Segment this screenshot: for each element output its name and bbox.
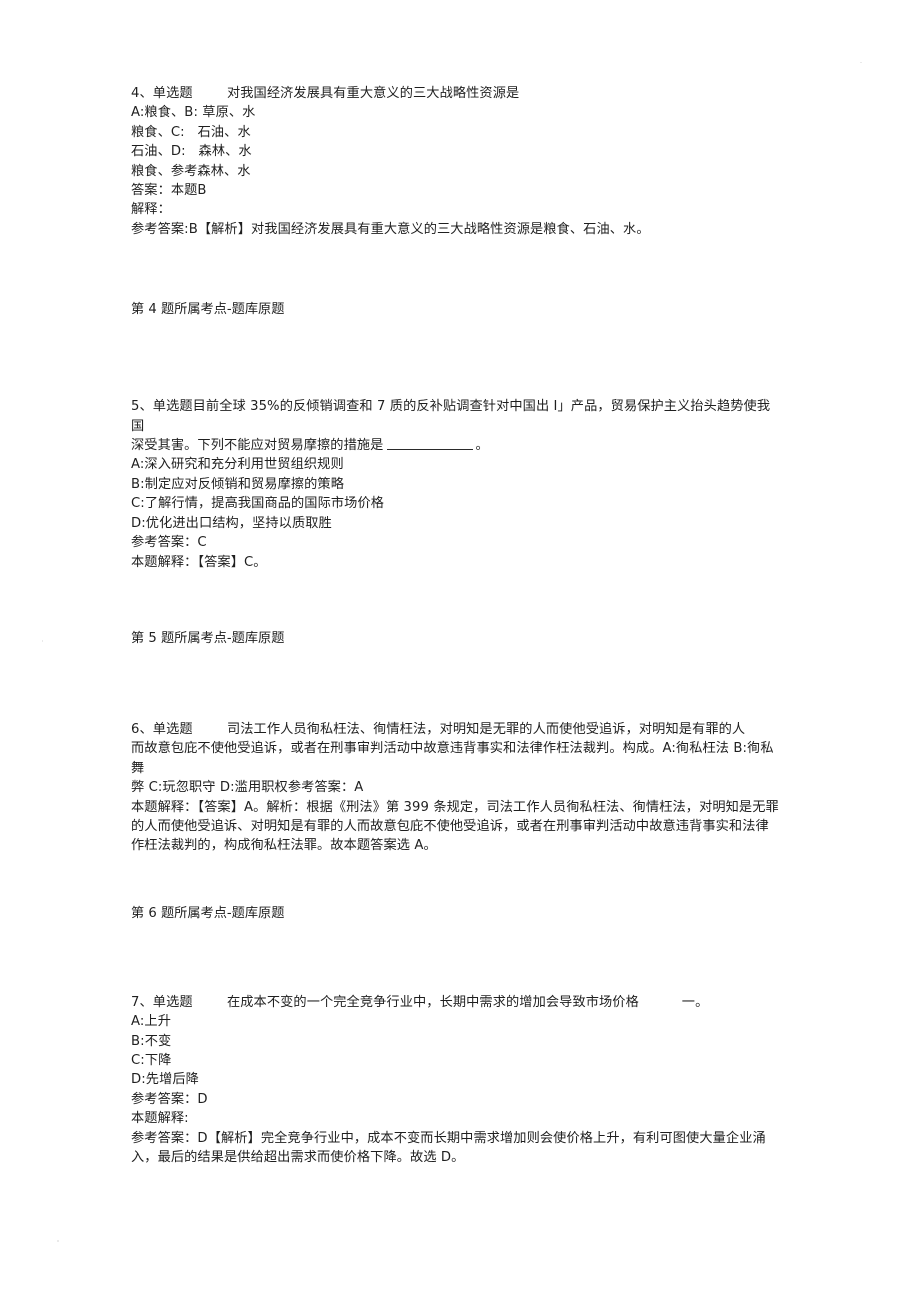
question-6-line-2: 弊 C:玩忽职守 D:滥用职权参考答案：A xyxy=(131,780,364,796)
question-5-stem-blank-line: 深受其害。下列不能应对贸易摩擦的措施是 。 xyxy=(131,436,779,455)
question-4-line-2: 粮食、C: 石油、水 xyxy=(131,124,251,140)
document-page: 4、单选题 对我国经济发展具有重大意义的三大战略性资源是 A:粮食、B: 草原、… xyxy=(0,0,920,1301)
question-6-explanation-line-3: 作枉法裁判的，构成徇私枉法罪。故本题答案选 A。 xyxy=(131,838,437,854)
question-4-explain-label: 解释： xyxy=(131,202,171,218)
question-4-header: 4、单选题 对我国经济发展具有重大意义的三大战略性资源是 xyxy=(131,86,520,101)
question-5-explanation: 本题解释：【答案】C。 xyxy=(131,554,267,570)
question-5-option-c: C:了解行情，提高我国商品的国际市场价格 xyxy=(131,496,385,512)
question-5-header: 5、单选题目前全球 35%的反倾销调查和 7 质的反补贴调查针对中国出 I」产品… xyxy=(131,399,771,434)
question-4-line-3: 石油、D: 森林、水 xyxy=(131,144,252,160)
question-4-line-1: A:粮食、B: 草原、水 xyxy=(131,105,256,121)
question-7-explain-label: 本题解释: xyxy=(131,1111,189,1127)
question-5-stem-tail: 。 xyxy=(475,438,489,454)
scan-speckle xyxy=(57,1240,59,1242)
scan-speckle xyxy=(860,62,862,63)
question-block-7: 7、单选题 在成本不变的一个完全竞争行业中，长期中需求的增加会导致市场价格 一。… xyxy=(131,993,781,1168)
question-5-stem-part2: 深受其害。下列不能应对贸易摩擦的措施是 xyxy=(131,438,384,454)
question-7-explanation-line-2: 入，最后的结果是供给超出需求而使价格下降。故选 D。 xyxy=(131,1150,465,1165)
question-7-option-b: B:不变 xyxy=(131,1033,172,1049)
question-7-explanation-line-1: 参考答案：D【解析】完全竞争行业中，成本不变而长期中需求增加则会使价格上升，有利… xyxy=(131,1130,766,1146)
question-5-option-b: B:制定应对反倾销和贸易摩擦的策略 xyxy=(131,476,345,492)
question-6-line-1: 而故意包庇不使他受追诉，或者在刑事审判活动中故意违背事实和法律作枉法裁判。构成。… xyxy=(131,741,774,776)
question-block-4: 4、单选题 对我国经济发展具有重大意义的三大战略性资源是 A:粮食、B: 草原、… xyxy=(131,84,781,239)
fill-in-blank xyxy=(387,438,474,451)
question-6-explanation-line-1: 本题解释：【答案】A。解析：根据《刑法》第 399 条规定，司法工作人员徇私枉法… xyxy=(131,799,779,815)
question-4-reference-answer: 参考答案:B【解析】对我国经济发展具有重大意义的三大战略性资源是粮食、石油、水。 xyxy=(131,221,650,237)
question-block-5: 5、单选题目前全球 35%的反倾销调查和 7 质的反补贴调查针对中国出 I」产品… xyxy=(131,397,781,572)
kaodian-label-4: 第 4 题所属考点-题库原题 xyxy=(131,302,285,318)
document-body: 4、单选题 对我国经济发展具有重大意义的三大战略性资源是 A:粮食、B: 草原、… xyxy=(131,84,781,1167)
question-7-option-d: D:先增后降 xyxy=(131,1072,199,1088)
question-7-option-a: A:上升 xyxy=(131,1014,172,1030)
question-4-line-4: 粮食、参考森林、水 xyxy=(131,163,251,179)
question-5-answer: 参考答案：C xyxy=(131,535,207,551)
question-6-explanation-line-2: 的人而使他受追诉、对明知是有罪的人而故意包庇不使他受追诉，或者在刑事审判活动中故… xyxy=(131,818,769,834)
question-4-answer: 答案：本题B xyxy=(131,183,207,199)
question-6-header: 6、单选题 司法工作人员徇私枉法、徇情枉法，对明知是无罪的人而使他受追诉，对明知… xyxy=(131,721,746,737)
question-7-answer: 参考答案：D xyxy=(131,1091,208,1107)
kaodian-label-6: 第 6 题所属考点-题库原题 xyxy=(131,905,285,921)
question-7-option-c: C:下降 xyxy=(131,1052,172,1068)
question-5-option-a: A:深入研究和充分利用世贸组织规则 xyxy=(131,457,344,473)
scan-speckle xyxy=(42,640,43,642)
kaodian-label-5: 第 5 题所属考点-题库原题 xyxy=(131,630,285,646)
question-5-option-d: D:优化进出口结构，坚持以质取胜 xyxy=(131,515,332,531)
question-7-header: 7、单选题 在成本不变的一个完全竞争行业中，长期中需求的增加会导致市场价格 一。 xyxy=(131,994,709,1010)
question-block-6: 6、单选题 司法工作人员徇私枉法、徇情枉法，对明知是无罪的人而使他受追诉，对明知… xyxy=(131,720,781,856)
